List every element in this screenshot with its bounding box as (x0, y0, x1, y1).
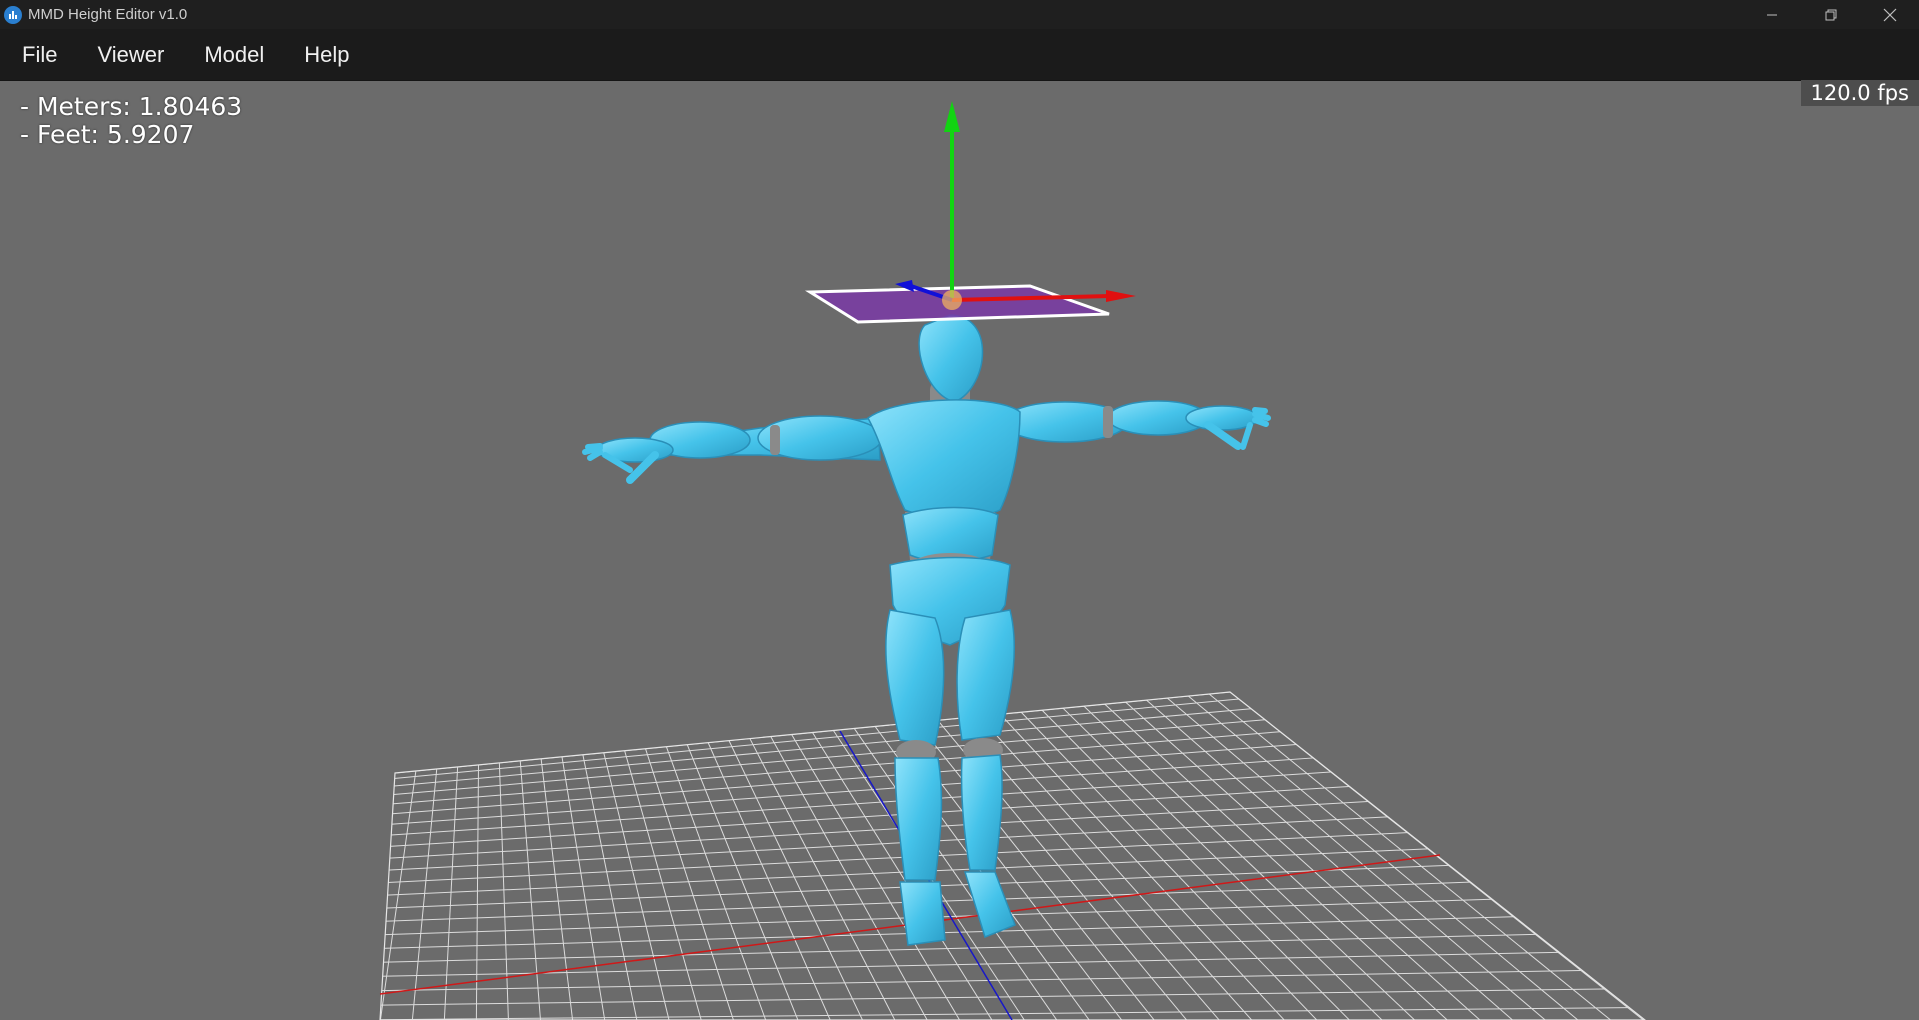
3d-model-figure[interactable] (582, 314, 1271, 946)
grid-line (665, 746, 783, 1020)
gizmo-x-arrow-icon[interactable] (1106, 290, 1136, 302)
grid-line (561, 756, 613, 1020)
height-plane-gizmo[interactable] (804, 101, 1136, 324)
grid-line (540, 758, 579, 1020)
minimize-icon[interactable] (1742, 0, 1801, 29)
grid-line (728, 740, 885, 1020)
gizmo-center-handle[interactable] (942, 290, 962, 310)
window-title: MMD Height Editor v1.0 (28, 6, 188, 23)
grid-line (624, 750, 715, 1020)
menu-viewer[interactable]: Viewer (77, 29, 184, 80)
height-readout: - Meters: 1.80463 - Feet: 5.9207 (20, 93, 242, 149)
window-controls (1742, 0, 1919, 29)
grid-line (380, 800, 1368, 860)
grid-line (392, 708, 1252, 787)
menu-model[interactable]: Model (184, 29, 284, 80)
grid-line (407, 768, 438, 1020)
grid-line (380, 770, 417, 1020)
grid-line (441, 766, 459, 1020)
ground-grid (380, 692, 1645, 1020)
grid-line (498, 762, 511, 1020)
3d-viewport[interactable] (0, 81, 1919, 1020)
menu-bar: File Viewer Model Help (0, 29, 1919, 81)
gizmo-y-arrow-icon[interactable] (944, 101, 960, 132)
menu-file[interactable]: File (0, 29, 77, 80)
grid-line (389, 731, 1281, 805)
grid-line (749, 738, 919, 1020)
grid-line (387, 744, 1297, 815)
feet-readout: - Feet: 5.9207 (20, 120, 195, 149)
restore-icon[interactable] (1801, 0, 1860, 29)
meters-readout: - Meters: 1.80463 (20, 92, 243, 121)
menu-help[interactable]: Help (284, 29, 369, 80)
grid-line (393, 698, 1239, 779)
grid-line (380, 832, 1408, 884)
grid-line (381, 785, 1350, 848)
grid-line (380, 933, 1536, 964)
fps-counter: 120.0 fps (1800, 80, 1919, 106)
grid-line (645, 748, 749, 1020)
grid-line (979, 715, 1293, 1020)
close-icon[interactable] (1860, 0, 1919, 29)
grid-line (958, 717, 1259, 1020)
grid-line (832, 730, 1055, 1020)
grid-line (1187, 695, 1633, 1020)
grid-line (1041, 709, 1395, 1020)
title-bar: MMD Height Editor v1.0 (0, 0, 1919, 29)
grid-line (1083, 705, 1463, 1020)
grid-line (519, 760, 545, 1020)
grid-line (380, 772, 396, 1020)
grid-line (380, 816, 1388, 872)
app-logo-icon (4, 5, 22, 24)
